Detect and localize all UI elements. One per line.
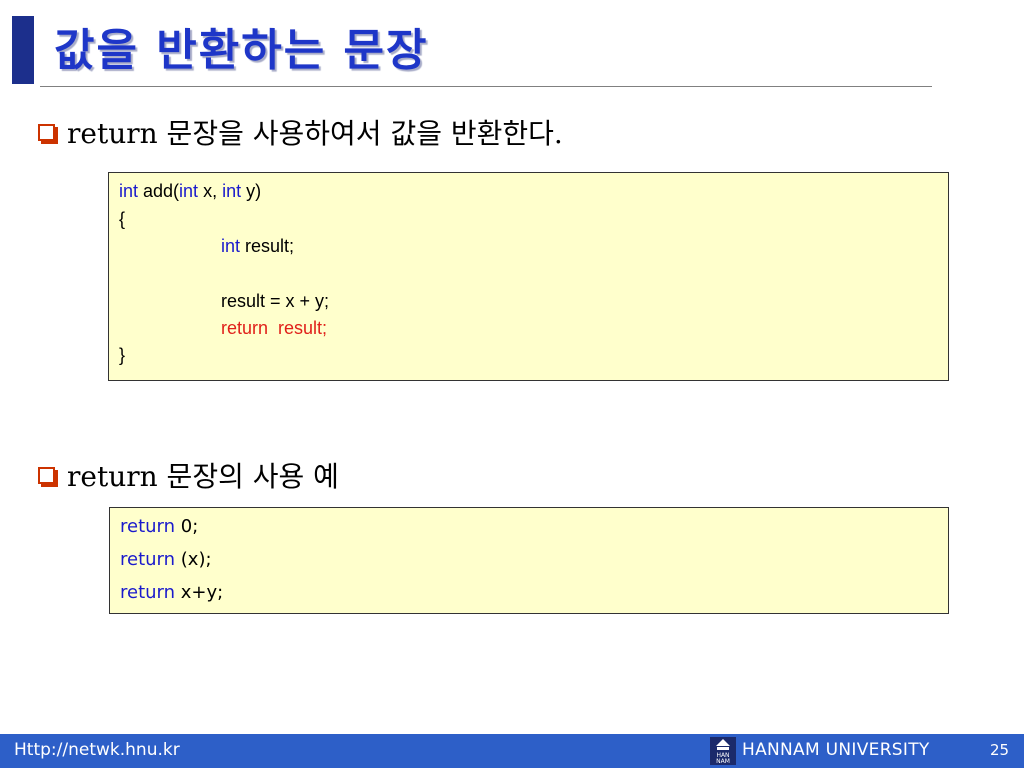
- title-divider: [40, 86, 932, 87]
- title-accent-bar: [12, 16, 34, 84]
- bullet-item-2: return 문장의 사용 예: [38, 455, 339, 495]
- footer-bar: Http://netwk.hnu.kr HAN NAM HANNAM UNIVE…: [0, 734, 1024, 768]
- bullet-item-1: return 문장을 사용하여서 값을 반환한다.: [38, 112, 563, 152]
- svg-text:NAM: NAM: [716, 758, 730, 765]
- code-keyword: return: [120, 516, 176, 537]
- code-text: (x);: [175, 549, 212, 570]
- code-line-1: return 0;: [120, 516, 198, 537]
- code-text: x+y;: [175, 582, 224, 603]
- code-keyword: return: [120, 582, 176, 603]
- code-text: y): [241, 181, 262, 201]
- bullet-text-1: return 문장을 사용하여서 값을 반환한다.: [67, 117, 563, 150]
- code-block-add-function: int add(int x, int y) { int result; resu…: [108, 172, 949, 381]
- code-line-2: {: [119, 209, 126, 229]
- hannam-logo-icon: HAN NAM: [710, 737, 736, 765]
- code-line-5: result = x + y;: [221, 291, 330, 311]
- code-text: 0;: [175, 516, 199, 537]
- code-line-7: }: [119, 345, 126, 365]
- code-line-3: int result;: [221, 236, 294, 257]
- code-line-1: int add(int x, int y): [119, 181, 261, 202]
- code-text: result;: [240, 236, 295, 256]
- code-keyword: int: [179, 181, 199, 201]
- code-block-return-examples: return 0; return (x); return x+y;: [109, 507, 949, 614]
- code-keyword: int: [119, 181, 139, 201]
- code-text: add(: [138, 181, 180, 201]
- code-text: result;: [268, 318, 328, 338]
- code-keyword: int: [221, 236, 241, 256]
- code-line-3: return x+y;: [120, 582, 223, 603]
- code-keyword: return: [221, 318, 269, 338]
- code-line-2: return (x);: [120, 549, 212, 570]
- page-title: 값을 반환하는 문장: [54, 25, 429, 76]
- square-bullet-icon: [38, 466, 58, 487]
- bullet-text-2: return 문장의 사용 예: [67, 460, 339, 493]
- code-line-6: return result;: [221, 318, 327, 339]
- code-text: x,: [198, 181, 223, 201]
- page-number: 25: [990, 741, 1010, 759]
- code-keyword: int: [222, 181, 242, 201]
- square-bullet-icon: [38, 123, 58, 144]
- footer-university: HANNAM UNIVERSITY: [742, 740, 930, 760]
- footer-url: Http://netwk.hnu.kr: [14, 740, 180, 760]
- code-keyword: return: [120, 549, 176, 570]
